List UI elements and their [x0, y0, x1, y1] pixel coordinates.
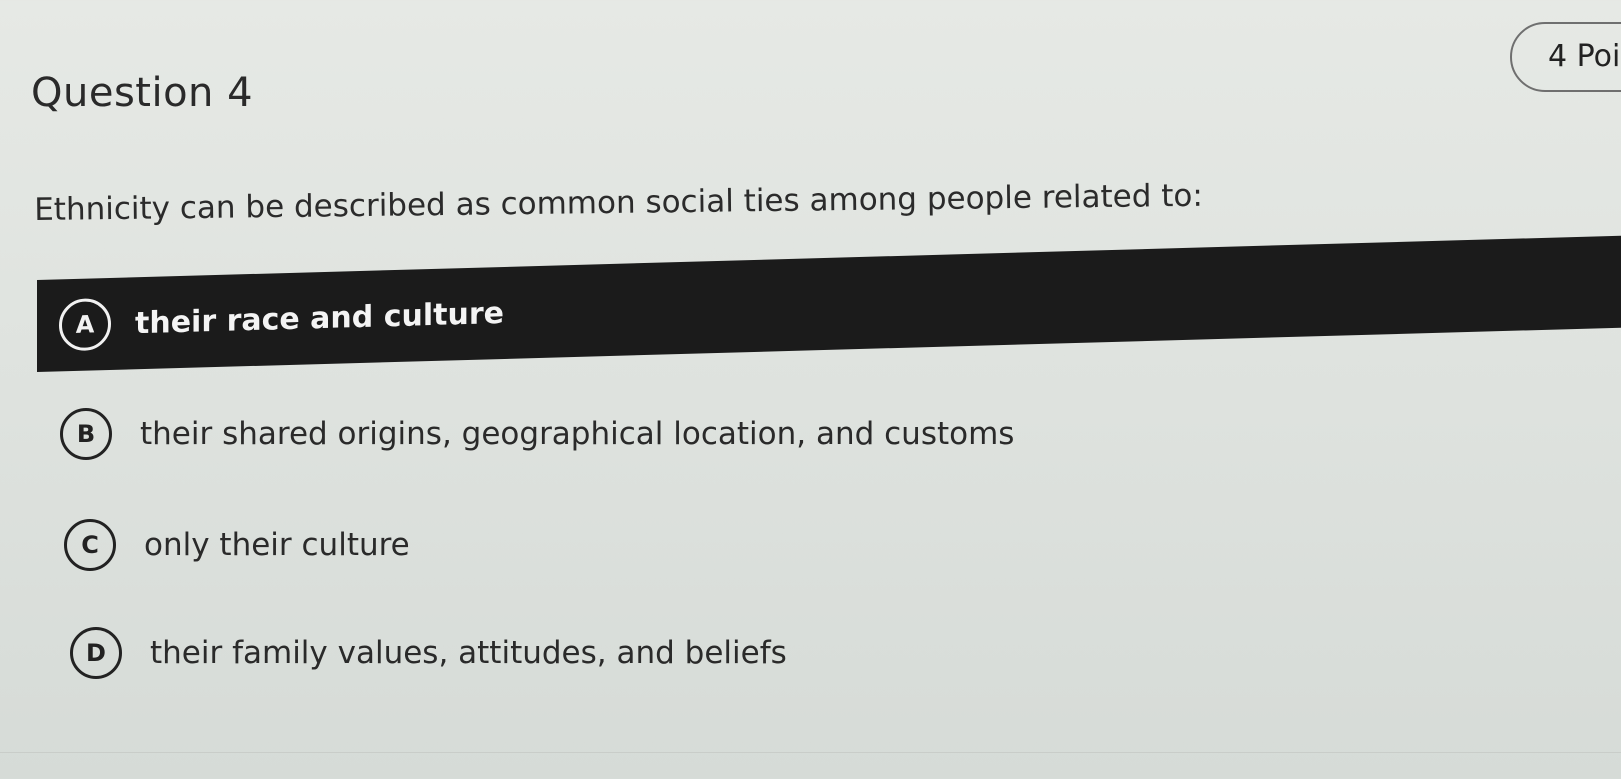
option-letter-badge: B: [60, 408, 112, 460]
option-c[interactable]: C only their culture: [64, 499, 410, 591]
option-a-marker: A: [59, 297, 111, 352]
option-c-label: only their culture: [144, 527, 410, 563]
option-b[interactable]: B their shared origins, geographical loc…: [60, 388, 1014, 480]
option-d-label: their family values, attitudes, and beli…: [150, 635, 787, 671]
option-letter-badge: C: [64, 519, 116, 571]
option-a-label: their race and culture: [135, 295, 504, 341]
option-b-label: their shared origins, geographical locat…: [140, 416, 1015, 452]
option-d[interactable]: D their family values, attitudes, and be…: [70, 607, 787, 699]
option-a[interactable]: A their race and culture: [37, 235, 1621, 372]
bottom-divider: [0, 752, 1621, 753]
option-letter-badge: D: [70, 627, 122, 679]
points-badge: 4 Poi: [1510, 22, 1621, 92]
option-letter-badge: A: [59, 297, 111, 352]
question-prompt: Ethnicity can be described as common soc…: [34, 177, 1204, 228]
quiz-page: Question 4 4 Poi Ethnicity can be descri…: [0, 0, 1621, 779]
question-title: Question 4: [31, 70, 254, 116]
